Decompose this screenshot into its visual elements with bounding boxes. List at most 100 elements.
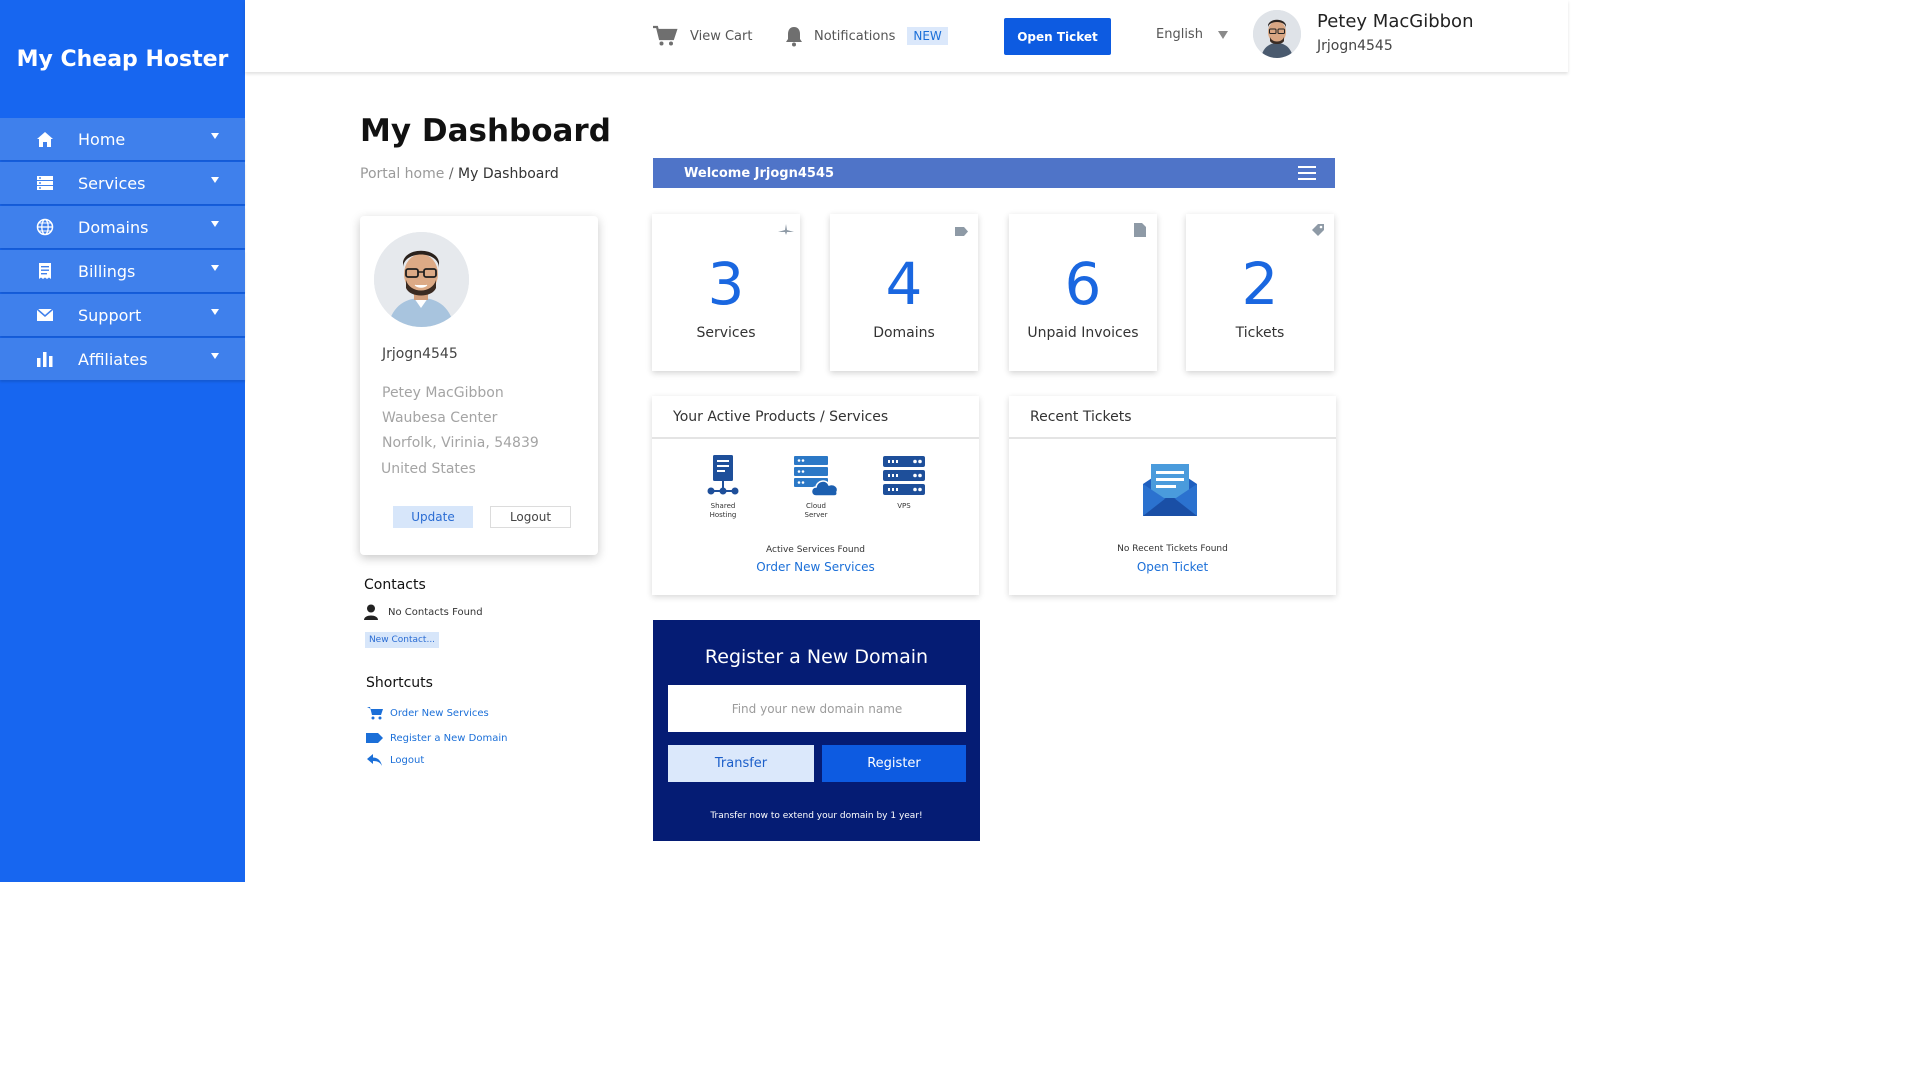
- active-products-panel: Your Active Products / Services Shared H…: [652, 396, 979, 595]
- view-cart-label: View Cart: [690, 28, 753, 44]
- sidebar-item-label: Domains: [78, 217, 149, 237]
- sidebar-item-label: Affiliates: [78, 349, 148, 369]
- shortcut-logout[interactable]: Logout: [366, 753, 424, 767]
- stat-card-domains[interactable]: 4 Domains: [830, 214, 978, 371]
- bar-chart-icon: [34, 348, 56, 370]
- stat-label: Services: [696, 325, 756, 341]
- shortcut-register-domain[interactable]: Register a New Domain: [366, 731, 507, 745]
- tag-icon: [366, 731, 384, 745]
- shortcuts-title: Shortcuts: [366, 675, 433, 691]
- notifications-link[interactable]: Notifications NEW: [784, 0, 948, 72]
- open-ticket-button[interactable]: Open Ticket: [1004, 18, 1111, 55]
- chevron-down-icon: [211, 265, 219, 271]
- profile-address-line2: Norfolk, Virinia, 54839: [382, 435, 539, 451]
- cart-icon: [652, 25, 678, 47]
- panel-title: Recent Tickets: [1009, 396, 1336, 439]
- register-button[interactable]: Register: [822, 745, 966, 782]
- envelope-open-icon: [1142, 462, 1198, 522]
- sidebar-item-affiliates[interactable]: Affiliates: [0, 338, 245, 380]
- stat-card-tickets[interactable]: 2 Tickets: [1186, 214, 1334, 371]
- sidebar-item-billings[interactable]: Billings: [0, 250, 245, 292]
- language-select[interactable]: English: [1156, 27, 1203, 42]
- stat-label: Unpaid Invoices: [1027, 325, 1139, 341]
- open-ticket-link[interactable]: Open Ticket: [1009, 560, 1336, 574]
- menu-icon[interactable]: [1298, 166, 1316, 180]
- cart-icon: [366, 706, 384, 720]
- notifications-label: Notifications: [814, 28, 896, 44]
- shared-hosting-icon: [693, 452, 753, 500]
- sidebar-item-label: Support: [78, 305, 142, 325]
- active-services-note: Active Services Found: [766, 545, 865, 555]
- service-label: VPS: [897, 502, 911, 510]
- envelope-icon: [34, 304, 56, 326]
- recent-tickets-panel: Recent Tickets No Recent Tickets Found O…: [1009, 396, 1336, 595]
- chevron-down-icon: [211, 133, 219, 139]
- top-bar: View Cart Notifications NEW Open Ticket …: [245, 0, 1568, 72]
- brand-logo[interactable]: My Cheap Hoster: [0, 0, 245, 118]
- sidebar-item-home[interactable]: Home: [0, 118, 245, 160]
- profile-name: Petey MacGibbon: [382, 385, 504, 401]
- chevron-down-icon[interactable]: [1218, 31, 1228, 39]
- shortcut-label: Logout: [390, 754, 425, 766]
- chevron-down-icon: [211, 309, 219, 315]
- avatar[interactable]: [1253, 10, 1301, 58]
- globe-icon: [34, 216, 56, 238]
- ticket-icon: [1311, 222, 1325, 236]
- panel-title: Your Active Products / Services: [652, 396, 979, 439]
- home-icon: [34, 128, 56, 150]
- transfer-note: Transfer now to extend your domain by 1 …: [710, 811, 923, 821]
- sidebar-item-support[interactable]: Support: [0, 294, 245, 336]
- welcome-text: Welcome Jrjogn4545: [684, 165, 835, 181]
- stat-card-services[interactable]: 3 Services: [652, 214, 800, 371]
- breadcrumb: Portal home / My Dashboard: [360, 166, 559, 182]
- logout-button[interactable]: Logout: [490, 506, 571, 528]
- user-name: Petey MacGibbon: [1317, 11, 1474, 32]
- service-label: Cloud: [806, 502, 826, 510]
- avatar: [374, 232, 469, 327]
- chevron-down-icon: [211, 221, 219, 227]
- cloud-server-icon: [786, 452, 846, 500]
- order-new-services-link[interactable]: Order New Services: [652, 560, 979, 574]
- plane-icon: [777, 222, 794, 236]
- sidebar-item-label: Home: [78, 129, 126, 149]
- stat-value: 4: [885, 250, 923, 318]
- vps-icon: [874, 452, 934, 500]
- shortcut-order-new-services[interactable]: Order New Services: [366, 706, 489, 720]
- sidebar: My Cheap Hoster Home Services Domains Bi…: [0, 0, 245, 882]
- domain-search-input[interactable]: [668, 685, 966, 732]
- breadcrumb-home-link[interactable]: Portal home: [360, 166, 444, 182]
- receipt-icon: [34, 260, 56, 282]
- service-vps[interactable]: VPS: [874, 452, 934, 511]
- sidebar-nav: Home Services Domains Billings Support A…: [0, 118, 245, 382]
- shortcut-label: Order New Services: [390, 707, 489, 719]
- transfer-button[interactable]: Transfer: [668, 745, 814, 782]
- sidebar-item-domains[interactable]: Domains: [0, 206, 245, 248]
- no-contacts-text: No Contacts Found: [388, 607, 483, 618]
- view-cart-link[interactable]: View Cart: [652, 0, 752, 72]
- document-icon: [1134, 222, 1148, 237]
- service-label: Server: [804, 511, 828, 520]
- register-domain-box: Register a New Domain Transfer Register …: [653, 620, 980, 841]
- sidebar-item-label: Services: [78, 173, 146, 193]
- sidebar-item-label: Billings: [78, 261, 136, 281]
- stat-card-unpaid-invoices[interactable]: 6 Unpaid Invoices: [1009, 214, 1157, 371]
- service-shared-hosting[interactable]: Shared Hosting: [693, 452, 753, 520]
- no-tickets-note: No Recent Tickets Found: [1117, 544, 1228, 554]
- contacts-title: Contacts: [364, 577, 426, 593]
- page-title: My Dashboard: [360, 113, 611, 149]
- service-cloud-server[interactable]: Cloud Server: [786, 452, 846, 520]
- new-contact-button[interactable]: New Contact...: [365, 632, 439, 648]
- welcome-bar: Welcome Jrjogn4545: [653, 158, 1335, 188]
- user-username: Jrjogn4545: [1317, 38, 1393, 54]
- stat-value: 6: [1064, 250, 1102, 318]
- breadcrumb-separator: /: [444, 166, 458, 182]
- sidebar-item-services[interactable]: Services: [0, 162, 245, 204]
- profile-address-line1: Waubesa Center: [382, 410, 498, 426]
- breadcrumb-current: My Dashboard: [458, 166, 559, 182]
- user-icon: [364, 604, 378, 624]
- update-button[interactable]: Update: [393, 506, 473, 528]
- new-badge: NEW: [907, 27, 948, 45]
- register-domain-title: Register a New Domain: [704, 646, 929, 668]
- profile-country: United States: [381, 461, 476, 477]
- chevron-down-icon: [211, 177, 219, 183]
